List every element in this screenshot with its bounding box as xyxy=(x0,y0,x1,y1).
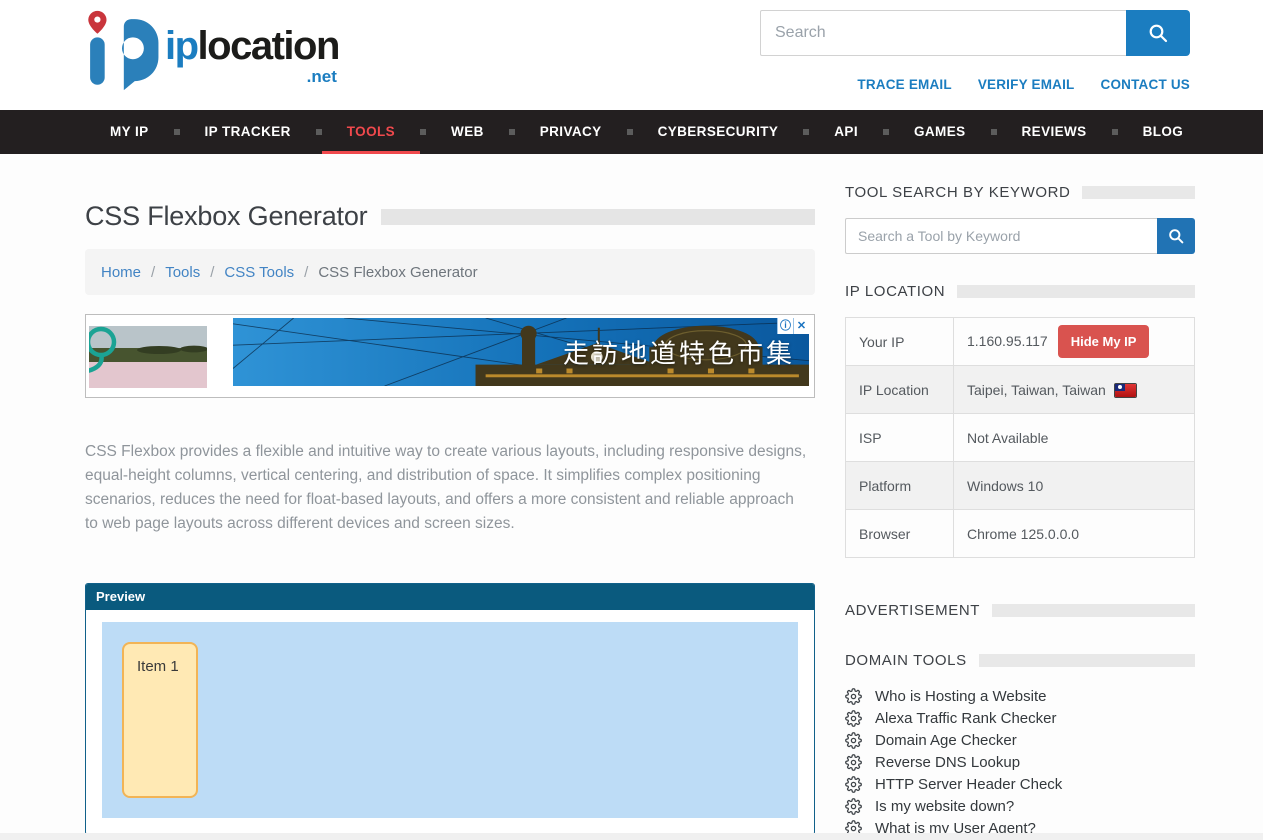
top-links: TRACE EMAIL VERIFY EMAIL CONTACT US xyxy=(760,77,1190,92)
gear-icon xyxy=(845,798,862,815)
hide-my-ip-button[interactable]: Hide My IP xyxy=(1058,325,1150,358)
ip-table-row: Platform Windows 10 xyxy=(846,462,1195,510)
sidebar-heading-ip-location: IP LOCATION xyxy=(845,283,1195,300)
domain-tool-link[interactable]: Domain Age Checker xyxy=(875,732,1017,749)
breadcrumb-separator: / xyxy=(210,264,214,281)
nav-item[interactable]: REVIEWS xyxy=(997,110,1112,154)
gear-icon xyxy=(845,754,862,771)
preview-panel: Preview Item 1 xyxy=(85,583,815,835)
ad-thumbnail-image xyxy=(89,326,207,388)
flex-preview-item[interactable]: Item 1 xyxy=(122,642,198,798)
ip-table-row: IP Location Taipei, Taiwan, Taiwan xyxy=(846,366,1195,414)
sidebar-heading-tool-search: TOOL SEARCH BY KEYWORD xyxy=(845,184,1195,201)
taiwan-flag-icon xyxy=(1115,384,1136,397)
search-icon xyxy=(1148,23,1168,43)
ip-info-table: Your IP 1.160.95.117Hide My IP IP Locati… xyxy=(845,317,1195,558)
flex-preview-container: Item 1 xyxy=(102,622,798,818)
tool-search xyxy=(845,218,1195,254)
tool-search-input[interactable] xyxy=(845,218,1157,254)
breadcrumb-separator: / xyxy=(304,264,308,281)
tool-search-button[interactable] xyxy=(1157,218,1195,254)
ip-row-label: IP Location xyxy=(846,366,954,414)
breadcrumb-item[interactable]: CSS Flexbox Generator xyxy=(318,264,477,281)
ip-table-row: Your IP 1.160.95.117Hide My IP xyxy=(846,318,1195,366)
heading-decoration-bar xyxy=(957,285,1195,298)
gear-icon xyxy=(845,732,862,749)
ip-row-value: Windows 10 xyxy=(954,462,1195,510)
logo[interactable]: iplocation .net xyxy=(85,10,339,92)
domain-tool-link[interactable]: HTTP Server Header Check xyxy=(875,776,1062,793)
gear-icon xyxy=(845,776,862,793)
heading-decoration-bar xyxy=(1082,186,1195,199)
nav-item[interactable]: TOOLS xyxy=(322,110,420,154)
breadcrumb: Home / Tools / CSS Tools / CSS Flexbox G… xyxy=(85,249,815,295)
sidebar-heading-advertisement: ADVERTISEMENT xyxy=(845,602,1195,619)
site-search-input[interactable] xyxy=(760,10,1126,56)
title-decoration-bar xyxy=(381,209,815,225)
main-content: CSS Flexbox Generator Home / Tools / CSS… xyxy=(85,154,815,839)
ip-row-value: Chrome 125.0.0.0 xyxy=(954,510,1195,558)
ip-table-row: ISP Not Available xyxy=(846,414,1195,462)
tool-description: CSS Flexbox provides a flexible and intu… xyxy=(85,440,809,536)
domain-tool-link[interactable]: Is my website down? xyxy=(875,798,1014,815)
nav-item[interactable]: CYBERSECURITY xyxy=(633,110,804,154)
domain-tool-item[interactable]: Alexa Traffic Rank Checker xyxy=(845,707,1195,729)
preview-panel-header: Preview xyxy=(86,584,814,610)
search-icon xyxy=(1168,228,1184,244)
ad-close-icon[interactable]: ✕ xyxy=(793,318,809,334)
nav-item[interactable]: BLOG xyxy=(1118,110,1209,154)
sidebar-heading-domain-tools: DOMAIN TOOLS xyxy=(845,652,1195,669)
top-link[interactable]: CONTACT US xyxy=(1101,77,1191,92)
ad-info-icon[interactable]: ⓘ xyxy=(777,318,793,334)
breadcrumb-separator: / xyxy=(151,264,155,281)
ip-row-label: Your IP xyxy=(846,318,954,366)
domain-tool-link[interactable]: Reverse DNS Lookup xyxy=(875,754,1020,771)
ip-row-value: Taipei, Taiwan, Taiwan xyxy=(954,366,1195,414)
nav-item[interactable]: PRIVACY xyxy=(515,110,627,154)
main-nav: MY IP IP TRACKER TOOLS WEB PRIVACY CYBER… xyxy=(0,110,1263,154)
logo-mark-icon xyxy=(85,10,159,92)
site-search xyxy=(760,10,1190,56)
site-header: iplocation .net TRACE EMAIL VERIFY EMAIL C… xyxy=(0,0,1263,110)
top-link[interactable]: VERIFY EMAIL xyxy=(978,77,1075,92)
nav-item[interactable]: GAMES xyxy=(889,110,991,154)
top-link[interactable]: TRACE EMAIL xyxy=(857,77,951,92)
nav-item[interactable]: WEB xyxy=(426,110,509,154)
ad-banner[interactable]: 走訪地道特色市集 ⓘ ✕ xyxy=(85,314,815,398)
ad-headline: 走訪地道特色市集 xyxy=(563,334,795,371)
footer-strip xyxy=(0,833,1263,840)
page-title: CSS Flexbox Generator xyxy=(85,201,367,232)
domain-tool-link[interactable]: Who is Hosting a Website xyxy=(875,688,1046,705)
ip-row-value: Not Available xyxy=(954,414,1195,462)
breadcrumb-item[interactable]: CSS Tools xyxy=(224,264,294,281)
logo-text: iplocation .net xyxy=(165,26,339,85)
domain-tool-item[interactable]: Domain Age Checker xyxy=(845,729,1195,751)
domain-tool-item[interactable]: Who is Hosting a Website xyxy=(845,685,1195,707)
domain-tools-list: Who is Hosting a Website Alexa Traffic R… xyxy=(845,685,1195,839)
nav-item[interactable]: IP TRACKER xyxy=(180,110,316,154)
sidebar: TOOL SEARCH BY KEYWORD IP LOCATION Your … xyxy=(845,154,1195,839)
ip-row-label: ISP xyxy=(846,414,954,462)
ip-table-row: Browser Chrome 125.0.0.0 xyxy=(846,510,1195,558)
heading-decoration-bar xyxy=(992,604,1195,617)
breadcrumb-item[interactable]: Home xyxy=(101,264,141,281)
domain-tool-item[interactable]: HTTP Server Header Check xyxy=(845,773,1195,795)
ad-main-image: 走訪地道特色市集 ⓘ ✕ xyxy=(233,318,809,386)
domain-tool-link[interactable]: Alexa Traffic Rank Checker xyxy=(875,710,1056,727)
ip-row-value: 1.160.95.117Hide My IP xyxy=(954,318,1195,366)
preview-panel-body: Item 1 xyxy=(86,610,814,834)
site-search-button[interactable] xyxy=(1126,10,1190,56)
ip-row-label: Browser xyxy=(846,510,954,558)
nav-item[interactable]: API xyxy=(809,110,883,154)
gear-icon xyxy=(845,688,862,705)
ip-row-label: Platform xyxy=(846,462,954,510)
gear-icon xyxy=(845,710,862,727)
domain-tool-item[interactable]: Is my website down? xyxy=(845,795,1195,817)
breadcrumb-item[interactable]: Tools xyxy=(165,264,200,281)
heading-decoration-bar xyxy=(979,654,1195,667)
nav-item[interactable]: MY IP xyxy=(85,110,174,154)
domain-tool-item[interactable]: Reverse DNS Lookup xyxy=(845,751,1195,773)
